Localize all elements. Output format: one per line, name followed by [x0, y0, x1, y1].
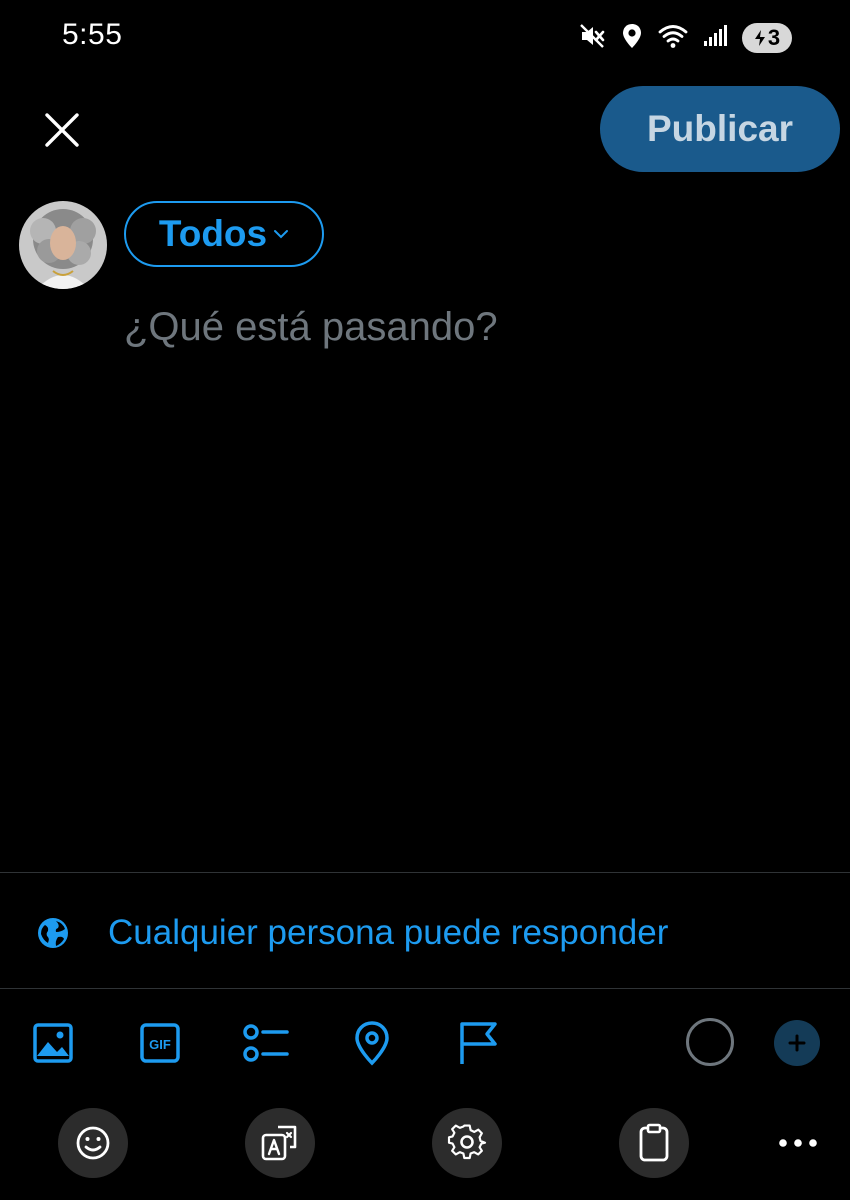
flag-icon [460, 1022, 497, 1064]
divider [0, 988, 850, 989]
signal-icon [702, 24, 728, 53]
publish-button[interactable]: Publicar [600, 86, 840, 172]
chevron-down-icon [274, 230, 289, 239]
add-gif-button[interactable]: GIF [135, 1018, 185, 1068]
compose-input[interactable] [124, 305, 814, 845]
location-pin-icon [355, 1021, 389, 1066]
gif-icon: GIF [140, 1023, 180, 1063]
status-icons: 3 [578, 20, 792, 56]
add-flag-button[interactable] [453, 1018, 503, 1068]
status-time: 5:55 [62, 18, 123, 51]
close-button[interactable] [40, 108, 84, 152]
keyboard-settings-button[interactable] [432, 1108, 502, 1178]
divider [0, 872, 850, 873]
image-icon [33, 1023, 73, 1063]
globe-icon [38, 918, 68, 948]
emoji-icon [76, 1126, 110, 1160]
location-icon [620, 22, 644, 55]
mute-icon [578, 22, 606, 55]
more-icon [779, 1139, 817, 1147]
add-poll-button[interactable] [241, 1018, 291, 1068]
translate-button[interactable] [245, 1108, 315, 1178]
gif-text: GIF [149, 1037, 171, 1052]
close-icon [45, 113, 79, 147]
add-post-button[interactable] [774, 1020, 820, 1066]
battery-charging-icon: 3 [742, 23, 792, 53]
add-image-button[interactable] [28, 1018, 78, 1068]
more-options-button[interactable] [770, 1120, 826, 1166]
battery-level: 3 [767, 25, 781, 50]
emoji-button[interactable] [58, 1108, 128, 1178]
wifi-icon [658, 23, 688, 54]
reply-setting[interactable]: Cualquier persona puede responder [36, 908, 668, 958]
translate-icon [261, 1125, 297, 1161]
add-location-button[interactable] [347, 1018, 397, 1068]
reply-setting-label: Cualquier persona puede responder [108, 913, 669, 952]
plus-icon [788, 1034, 806, 1052]
avatar[interactable] [19, 201, 107, 289]
settings-icon [447, 1124, 487, 1160]
character-count-ring [686, 1018, 734, 1066]
audience-label: Todos [158, 213, 268, 254]
clipboard-icon [639, 1123, 669, 1162]
clipboard-button[interactable] [619, 1108, 689, 1178]
poll-icon [243, 1024, 289, 1062]
audience-selector[interactable]: Todos [124, 201, 324, 267]
